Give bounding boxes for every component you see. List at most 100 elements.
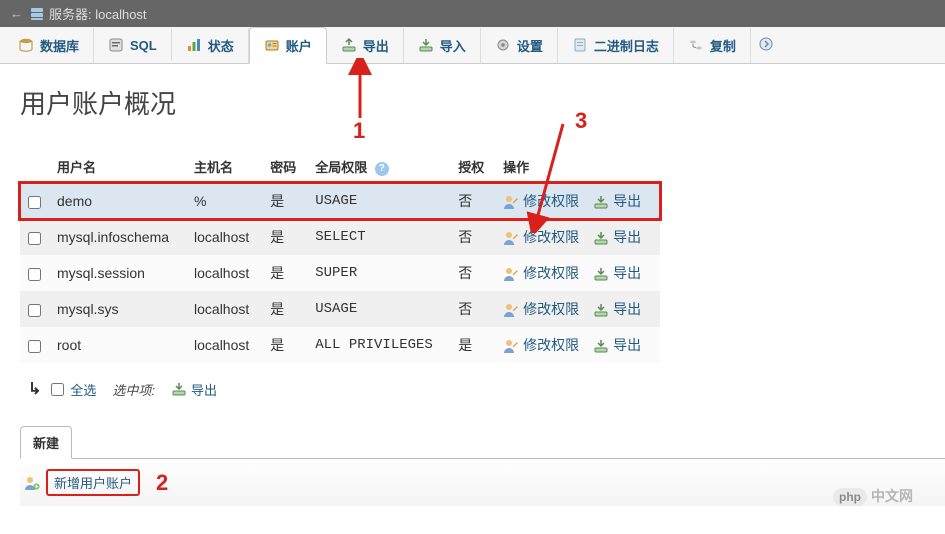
- tab-label: 复制: [710, 36, 736, 55]
- check-all[interactable]: 全选: [51, 380, 96, 399]
- sql-icon: [108, 37, 124, 54]
- tab-replication[interactable]: 复制: [674, 28, 751, 63]
- edit-privileges-link[interactable]: 修改权限: [523, 335, 579, 355]
- tab-more[interactable]: [751, 37, 781, 54]
- tab-accounts[interactable]: 账户: [249, 27, 327, 64]
- tab-status[interactable]: 状态: [172, 28, 249, 63]
- row-export-link[interactable]: 导出: [613, 227, 641, 247]
- bulk-export-link[interactable]: 导出: [191, 380, 217, 399]
- row-export-link[interactable]: 导出: [613, 263, 641, 283]
- bulk-actions-row: ↳ 全选 选中项: 导出: [20, 373, 925, 405]
- row-checkbox[interactable]: [28, 340, 41, 353]
- cell-user: mysql.infoschema: [49, 219, 186, 255]
- accounts-icon: [264, 37, 280, 54]
- cell-grant: 否: [450, 183, 495, 220]
- cell-host: localhost: [186, 327, 262, 363]
- row-checkbox[interactable]: [28, 268, 41, 281]
- tab-label: 账户: [286, 36, 312, 55]
- new-section-title: 新建: [20, 426, 72, 459]
- with-selected-label: 选中项:: [112, 380, 155, 399]
- edit-privileges-link[interactable]: 修改权限: [523, 227, 579, 247]
- cell-action: 修改权限 导出: [495, 291, 660, 327]
- cell-global-priv: USAGE: [307, 183, 450, 220]
- export-icon: [593, 336, 609, 353]
- replication-icon: [688, 37, 704, 54]
- table-row: rootlocalhost是ALL PRIVILEGES是修改权限导出: [20, 327, 660, 363]
- tab-label: 导入: [440, 36, 466, 55]
- cell-global-priv: USAGE: [307, 291, 450, 327]
- export-icon: [593, 264, 609, 281]
- row-export-link[interactable]: 导出: [613, 191, 641, 211]
- status-icon: [186, 37, 202, 54]
- add-user-link[interactable]: 新增用户账户: [46, 469, 140, 496]
- col-global-priv: 全局权限 ?: [307, 151, 450, 183]
- edit-privileges-link[interactable]: 修改权限: [523, 299, 579, 319]
- cell-user: mysql.session: [49, 255, 186, 291]
- cell-global-priv: SUPER: [307, 255, 450, 291]
- row-export-link[interactable]: 导出: [613, 299, 641, 319]
- cell-grant: 否: [450, 219, 495, 255]
- tab-label: SQL: [130, 38, 157, 53]
- cell-grant: 否: [450, 255, 495, 291]
- table-row: mysql.syslocalhost是USAGE否修改权限导出: [20, 291, 660, 327]
- export-icon: [171, 381, 187, 398]
- cell-action: 修改权限 导出: [495, 327, 660, 363]
- tab-label: 二进制日志: [594, 36, 659, 55]
- cell-password: 是: [262, 219, 307, 255]
- cell-user: demo: [49, 183, 186, 220]
- row-checkbox[interactable]: [28, 304, 41, 317]
- top-tab-bar: 数据库 SQL 状态 账户 导出 导入 设置 二进制日志: [0, 27, 945, 64]
- check-all-label[interactable]: 全选: [70, 380, 96, 399]
- cell-action: 修改权限 导出: [495, 255, 660, 291]
- row-export-link[interactable]: 导出: [613, 335, 641, 355]
- cell-host: localhost: [186, 291, 262, 327]
- tab-label: 设置: [517, 36, 543, 55]
- tab-sql[interactable]: SQL: [94, 29, 172, 62]
- tab-export[interactable]: 导出: [327, 28, 404, 63]
- cell-action: 修改权限 导出: [495, 183, 660, 220]
- tab-label: 导出: [363, 36, 389, 55]
- cell-password: 是: [262, 183, 307, 220]
- back-icon[interactable]: ←: [10, 6, 23, 21]
- user-accounts-table: 用户名 主机名 密码 全局权限 ? 授权 操作 demo%是USAGE否修改权限…: [20, 151, 660, 363]
- tab-import[interactable]: 导入: [404, 28, 481, 63]
- add-user-icon: [24, 474, 40, 491]
- col-password: 密码: [262, 151, 307, 183]
- help-icon[interactable]: ?: [375, 162, 389, 176]
- server-icon: [29, 5, 45, 22]
- database-icon: [18, 37, 34, 54]
- tab-database[interactable]: 数据库: [4, 28, 94, 63]
- table-row: mysql.sessionlocalhost是SUPER否修改权限导出: [20, 255, 660, 291]
- edit-privileges-icon: [503, 300, 519, 317]
- tab-settings[interactable]: 设置: [481, 28, 558, 63]
- tab-label: 状态: [208, 36, 234, 55]
- col-grant: 授权: [450, 151, 495, 183]
- chevron-right-icon: [759, 37, 773, 54]
- export-icon: [593, 192, 609, 209]
- table-row: demo%是USAGE否修改权限导出: [20, 183, 660, 220]
- gear-icon: [495, 37, 511, 54]
- cell-grant: 否: [450, 291, 495, 327]
- arrow-up-icon: ↳: [28, 379, 41, 399]
- cell-host: localhost: [186, 255, 262, 291]
- tab-binlog[interactable]: 二进制日志: [558, 28, 674, 63]
- annotation-2: 2: [156, 470, 168, 496]
- edit-privileges-icon: [503, 228, 519, 245]
- cell-action: 修改权限 导出: [495, 219, 660, 255]
- cell-global-priv: ALL PRIVILEGES: [307, 327, 450, 363]
- row-checkbox[interactable]: [28, 232, 41, 245]
- server-breadcrumb-link[interactable]: 服务器: localhost: [49, 4, 147, 23]
- cell-grant: 是: [450, 327, 495, 363]
- edit-privileges-link[interactable]: 修改权限: [523, 263, 579, 283]
- server-breadcrumb-bar: ← 服务器: localhost: [0, 0, 945, 27]
- log-icon: [572, 37, 588, 54]
- row-checkbox[interactable]: [28, 196, 41, 209]
- edit-privileges-link[interactable]: 修改权限: [523, 191, 579, 211]
- export-icon: [593, 228, 609, 245]
- page-title: 用户账户概况: [20, 84, 925, 121]
- col-username: 用户名: [49, 151, 186, 183]
- cell-password: 是: [262, 291, 307, 327]
- tab-label: 数据库: [40, 36, 79, 55]
- edit-privileges-icon: [503, 336, 519, 353]
- check-all-checkbox[interactable]: [51, 383, 64, 396]
